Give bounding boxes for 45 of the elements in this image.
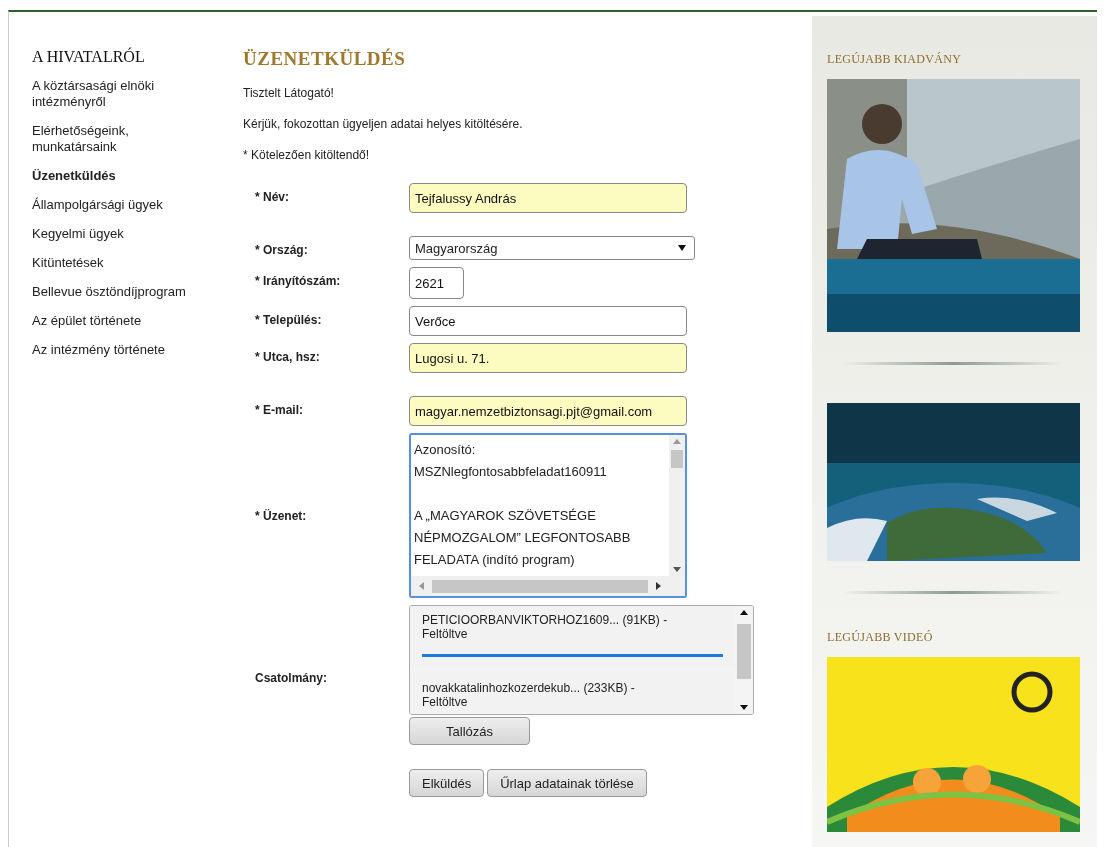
input-field[interactable]: Verőce	[409, 306, 687, 336]
attachment-name: novakkatalinhozkozerdekub... (233KB) - Feltöltve	[422, 681, 636, 709]
field-label: * Irányítószám:	[254, 273, 342, 290]
input-field[interactable]: Tejfalussy András	[409, 183, 687, 213]
input-field[interactable]: magyar.nemzetbiztonsagi.pjt@gmail.com	[409, 396, 687, 426]
sidebar-heading: LEGÚJABB VIDEÓ	[827, 630, 934, 645]
nav-link[interactable]: Az intézmény története	[32, 342, 210, 358]
scroll-left-icon[interactable]	[419, 582, 424, 590]
nav-link[interactable]: Kegyelmi ügyek	[32, 226, 210, 242]
intro-text: Tisztelt Látogató!	[243, 86, 335, 100]
scroll-up-icon[interactable]	[740, 610, 748, 615]
nav-link[interactable]: Állampolgársági ügyek	[32, 197, 210, 213]
input-field[interactable]: Lugosi u. 71.	[409, 343, 687, 373]
sidebar-heading: LEGÚJABB KIADVÁNY	[827, 52, 963, 67]
input-field[interactable]: 2621	[409, 267, 464, 299]
nav-link[interactable]: Az épület története	[32, 313, 210, 329]
field-label: * Ország:	[254, 242, 309, 259]
scroll-right-icon[interactable]	[656, 582, 661, 590]
intro-text: * Kötelezően kitöltendő!	[243, 148, 371, 162]
attachment-name: PETICIOORBANVIKTORHOZ1609... (91KB) - Feltöltve	[422, 613, 669, 641]
field-label: Csatolmány:	[254, 670, 329, 687]
form-button[interactable]: Elküldés	[409, 769, 485, 797]
message-field[interactable]: Azonosító: MSZNlegfontosabbfeladat160911 A „MAGYAROK SZÖVETSÉGE NÉPMOZGALOM” LEGFONTOSABB FELADATA (indító program)	[409, 433, 687, 598]
country-dropdown[interactable]: Magyarország	[409, 236, 695, 260]
scrollbar-thumb[interactable]	[432, 579, 648, 593]
field-label: * Név:	[254, 189, 290, 206]
browse-button[interactable]: Tallózás	[409, 717, 530, 745]
intro-text: Kérjük, fokozottan ügyeljen adatai helyes kitöltésére.	[243, 117, 524, 131]
scrollbar-thumb[interactable]	[737, 624, 751, 679]
scroll-down-icon[interactable]	[673, 567, 681, 572]
nav-link[interactable]: A köztársasági elnöki intézményről	[32, 78, 210, 110]
field-label: * Üzenet:	[254, 508, 308, 523]
scroll-down-icon[interactable]	[740, 705, 748, 710]
caret-icon	[678, 245, 686, 251]
form-button[interactable]: Űrlap adatainak törlése	[487, 769, 647, 797]
nav-heading: A HIVATALRÓL	[32, 48, 146, 66]
scrollbar-thumb[interactable]	[671, 450, 683, 468]
field-label: * Település:	[254, 312, 323, 329]
nav-link[interactable]: Bellevue ösztöndíjprogram	[32, 284, 210, 300]
nav-link[interactable]: Elérhetőségeink, munkatársaink	[32, 123, 210, 155]
page-heading: ÜZENETKÜLDÉS	[243, 48, 407, 70]
field-label: * Utca, hsz:	[254, 349, 321, 366]
field-label: * E-mail:	[254, 402, 304, 419]
nav-link[interactable]: Kitüntetések	[32, 255, 210, 271]
nav-link[interactable]: Üzenetküldés	[32, 168, 210, 184]
